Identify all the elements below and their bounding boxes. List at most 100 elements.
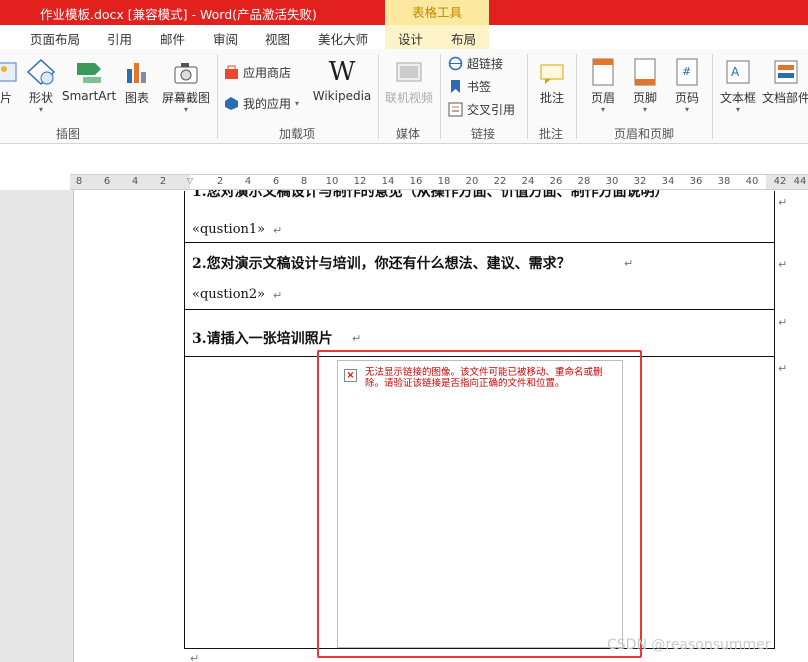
ruler-tick: 8 (75, 176, 83, 187)
my-apps-button[interactable]: 我的应用 ▾ (224, 95, 299, 112)
ruler-tick: 36 (689, 176, 703, 187)
cross-reference-label: 交叉引用 (467, 103, 516, 117)
table-row-divider (184, 242, 775, 243)
ruler-tick: 2 (216, 176, 224, 187)
chevron-down-icon: ▾ (183, 105, 188, 114)
shapes-icon (26, 58, 56, 86)
online-video-label: 联机视频 (384, 91, 433, 105)
ruler-tick: 4 (131, 176, 139, 187)
chevron-down-icon: ▾ (295, 98, 300, 108)
smartart-button[interactable]: SmartArt (62, 57, 116, 103)
pictures-button[interactable]: 片 (0, 57, 18, 106)
tab-layout[interactable]: 布局 (451, 29, 476, 48)
ruler-tick: 8 (300, 176, 308, 187)
chart-button[interactable]: 图表 (122, 57, 152, 106)
tab-review[interactable]: 审阅 (213, 29, 238, 48)
text-box-button[interactable]: A 文本框 ▾ (718, 57, 758, 114)
store-button[interactable]: 应用商店 (224, 64, 291, 81)
row-end-mark: ↵ (778, 362, 788, 375)
watermark: CSDN @reasonsummer (607, 637, 771, 653)
ribbon-tabs: 页面布局 引用 邮件 审阅 视图 美化大师 设计 布局 (0, 25, 808, 49)
comments-group-label: 批注 (539, 127, 564, 141)
smartart-icon (77, 63, 101, 83)
screenshot-button[interactable]: 屏幕截图 ▾ (159, 57, 213, 114)
ruler-indent-marker[interactable]: ▽ (187, 176, 193, 185)
window-title: 作业模板.docx [兼容模式] - Word(产品激活失败) (40, 7, 317, 22)
ruler-tick: 2 (159, 176, 167, 187)
table-border-right (774, 191, 775, 649)
group-separator (378, 54, 379, 139)
chevron-down-icon: ▾ (600, 105, 605, 114)
hyperlink-label: 超链接 (467, 57, 504, 71)
paragraph-mark: ↵ (273, 289, 283, 302)
header-icon (592, 58, 614, 86)
text-box-icon: A (726, 60, 750, 84)
bookmark-button[interactable]: 书签 (448, 78, 491, 95)
question-2-text[interactable]: 2.您对演示文稿设计与培训，你还有什么想法、建议、需求？ (192, 253, 571, 273)
store-label: 应用商店 (243, 66, 292, 80)
ruler-tick: 22 (493, 176, 507, 187)
ruler-tick: 20 (465, 176, 479, 187)
online-video-button[interactable]: 联机视频 (383, 57, 435, 106)
merge-field-question2[interactable]: «qustion2» (192, 287, 265, 302)
tab-mailings[interactable]: 邮件 (160, 29, 185, 48)
paragraph-mark: ↵ (352, 332, 362, 345)
highlight-box (317, 350, 642, 658)
doc-parts-icon (774, 60, 798, 84)
group-separator (217, 54, 218, 139)
header-footer-group-label: 页眉和页脚 (614, 127, 675, 141)
svg-text:A: A (731, 65, 740, 79)
doc-parts-label: 文档部件 (761, 91, 808, 105)
ruler-tick: 14 (381, 176, 395, 187)
tab-beautify-master[interactable]: 美化大师 (318, 29, 368, 48)
horizontal-ruler[interactable]: 8 6 4 2 ▽ 2 4 6 8 10 12 14 16 18 20 22 2… (70, 174, 808, 190)
camera-icon (174, 63, 198, 84)
row-end-mark: ↵ (778, 258, 788, 271)
media-group-label: 媒体 (396, 127, 421, 141)
links-group-label: 链接 (471, 127, 496, 141)
table-row: 1.您对演示文稿设计与制作的意见（从操作方面、价值方面、制作方面说明） (186, 190, 772, 208)
row-end-mark: ↵ (778, 316, 788, 329)
my-apps-label: 我的应用 (243, 97, 292, 111)
shapes-label: 形状 (28, 91, 53, 105)
tab-design[interactable]: 设计 (398, 29, 423, 48)
comment-button[interactable]: 批注 (535, 57, 569, 106)
ruler-tick: 6 (272, 176, 280, 187)
tab-view[interactable]: 视图 (265, 29, 290, 48)
chart-icon (127, 63, 146, 83)
shapes-button[interactable]: 形状 ▾ (24, 57, 58, 114)
header-button[interactable]: 页眉 ▾ (585, 57, 621, 114)
ribbon: 片 形状 ▾ SmartArt 图表 屏幕截图 ▾ 插图 应用商店 我的应用 ▾… (0, 49, 808, 144)
link-icon (448, 56, 463, 71)
bookmark-label: 书签 (467, 80, 492, 94)
chevron-down-icon: ▾ (38, 105, 43, 114)
group-separator (527, 54, 528, 139)
merge-field-question1[interactable]: «qustion1» (192, 222, 265, 237)
table-border-left (184, 191, 185, 649)
group-separator (576, 54, 577, 139)
question-3-text[interactable]: 3.请插入一张培训照片 (192, 328, 333, 348)
page-number-icon: # (676, 58, 698, 86)
wikipedia-button[interactable]: W Wikipedia (312, 57, 372, 103)
picture-icon (0, 62, 17, 82)
question-1-text[interactable]: 1.您对演示文稿设计与制作的意见（从操作方面、价值方面、制作方面说明） (192, 190, 669, 201)
footer-button[interactable]: 页脚 ▾ (627, 57, 663, 114)
cross-reference-button[interactable]: 交叉引用 (448, 101, 515, 118)
page-number-label: 页码 (674, 91, 699, 105)
doc-parts-button[interactable]: 文档部件 (760, 57, 808, 106)
text-box-label: 文本框 (719, 91, 756, 105)
paragraph-mark: ↵ (190, 652, 200, 662)
page-number-button[interactable]: # 页码 ▾ (669, 57, 705, 114)
row-end-mark: ↵ (778, 196, 788, 209)
my-apps-icon (225, 97, 238, 110)
ruler-tick: 18 (437, 176, 451, 187)
ruler-tick: 12 (353, 176, 367, 187)
hyperlink-button[interactable]: 超链接 (448, 55, 503, 72)
tab-references[interactable]: 引用 (107, 29, 132, 48)
ruler-tick: 30 (605, 176, 619, 187)
tab-page-layout[interactable]: 页面布局 (30, 29, 80, 48)
video-icon (396, 62, 422, 82)
chevron-down-icon: ▾ (642, 105, 647, 114)
wikipedia-icon: W (328, 57, 356, 87)
pictures-label: 片 (0, 91, 12, 105)
